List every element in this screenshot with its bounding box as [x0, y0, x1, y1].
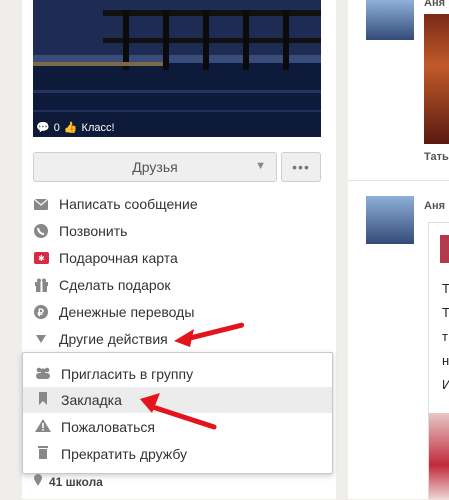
action-label: Подарочная карта: [59, 250, 178, 266]
comment-icon: 💬: [36, 122, 50, 134]
trash-icon: [35, 446, 51, 462]
school-label: 41 школа: [49, 474, 103, 489]
feed-divider: [348, 180, 449, 181]
more-options-button[interactable]: •••: [281, 152, 321, 182]
action-make-gift[interactable]: Сделать подарок: [33, 274, 171, 296]
like-label[interactable]: Класс!: [82, 122, 115, 134]
feed-card-thumb: [440, 235, 449, 263]
action-send-message[interactable]: Написать сообщение: [33, 193, 198, 215]
location-icon: [33, 474, 43, 489]
friends-button-label: Друзья: [132, 159, 178, 175]
phone-icon: [33, 223, 49, 239]
ruble-icon: ₽: [33, 304, 49, 320]
menu-item-invite-group[interactable]: Пригласить в группу: [23, 361, 332, 387]
action-call[interactable]: Позвонить: [33, 220, 127, 242]
action-label: Денежные переводы: [59, 304, 195, 320]
warning-icon: [35, 419, 51, 435]
gift-icon: [33, 277, 49, 293]
action-label: Сделать подарок: [59, 277, 171, 293]
menu-item-unfriend[interactable]: Прекратить дружбу: [23, 441, 332, 467]
like-icon[interactable]: 👍: [64, 121, 78, 134]
envelope-icon: [33, 196, 49, 212]
action-money-transfer[interactable]: ₽ Денежные переводы: [33, 301, 194, 323]
action-label: Написать сообщение: [59, 196, 198, 212]
bookmark-icon: [35, 392, 51, 408]
feed-avatar-1[interactable]: [366, 0, 414, 40]
ellipsis-icon: •••: [292, 159, 310, 175]
menu-item-label: Пожаловаться: [61, 419, 156, 435]
feed-avatar-2[interactable]: [366, 196, 414, 244]
school-link[interactable]: 41 школа: [33, 474, 103, 489]
triangle-down-icon: [33, 331, 49, 347]
pier-image: [33, 0, 321, 137]
menu-item-label: Закладка: [61, 392, 122, 408]
svg-text:✱: ✱: [38, 254, 45, 263]
action-label: Позвонить: [59, 223, 128, 239]
action-other[interactable]: Другие действия: [33, 328, 168, 350]
feed-card-image: [429, 413, 449, 500]
group-icon: [35, 366, 51, 382]
menu-item-label: Пригласить в группу: [61, 366, 194, 382]
caret-down-icon: ▼: [255, 160, 266, 172]
profile-photo[interactable]: 💬 0 👍 Класс!: [33, 0, 321, 137]
feed-image-1[interactable]: [424, 14, 449, 144]
action-label: Другие действия: [59, 331, 168, 347]
action-gift-card[interactable]: ✱ Подарочная карта: [33, 247, 178, 269]
feed-author-1-sub[interactable]: Тать: [424, 151, 449, 163]
menu-item-label: Прекратить дружбу: [61, 446, 188, 462]
gift-card-icon: ✱: [33, 250, 49, 266]
friends-button[interactable]: Друзья ▼: [33, 152, 277, 182]
menu-item-bookmark[interactable]: Закладка: [23, 387, 332, 413]
comment-count: 0: [53, 121, 60, 134]
feed-card[interactable]: Т Т т н И: [428, 222, 449, 500]
feed-author-1[interactable]: Аня: [424, 0, 445, 9]
svg-text:₽: ₽: [38, 308, 45, 319]
feed-card-snippet: Т Т т н И: [442, 281, 449, 392]
feed-author-2[interactable]: Аня: [424, 200, 445, 212]
photo-stats: 💬 0 👍 Класс!: [36, 121, 115, 135]
